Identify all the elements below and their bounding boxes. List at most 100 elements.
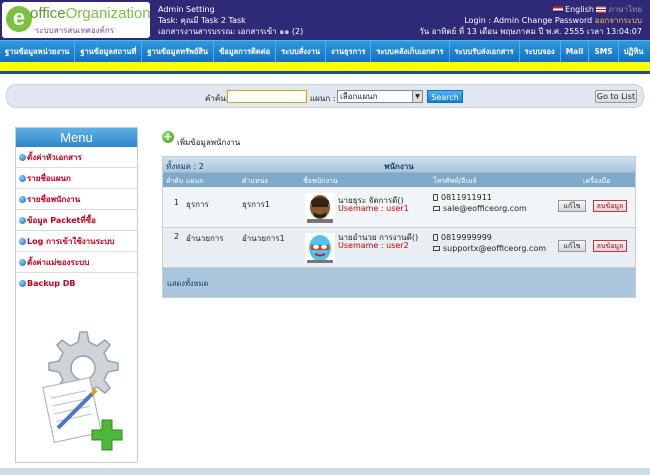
panel-header: ทั้งหมด : 2 พนักงาน xyxy=(163,157,635,173)
document-notice-label: เอกสารงานสารบรรณ: xyxy=(158,27,238,36)
sidebar-item-label: รายชื่อพนักงาน xyxy=(27,195,81,204)
panel-title: พนักงาน xyxy=(384,162,414,171)
nav-contact-data[interactable]: ข้อมูลการติดต่อ xyxy=(214,41,277,62)
flag-thai-icon[interactable] xyxy=(596,6,607,13)
nav-asset-data[interactable]: ฐานข้อมูลทรัพย์สิน xyxy=(142,41,215,62)
login-status: Login : Admin Change Password ออกจากระบบ xyxy=(419,15,642,26)
add-plus-icon[interactable]: + xyxy=(162,131,174,143)
sidebar-item-label: รายชื่อแผนก xyxy=(27,174,71,183)
nav-location-data[interactable]: ฐานข้อมูลสถานที่ xyxy=(75,41,143,62)
nav-booking[interactable]: ระบบจอง xyxy=(520,41,561,62)
sidebar-item-label: ข้อมูล Packetที่ซื้อ xyxy=(27,216,96,225)
edit-button[interactable]: แก้ไข xyxy=(558,200,586,212)
logo-word-organization: Organization xyxy=(65,5,151,22)
sidebar-menu: Menu ตั้งค่าหัวเอกสาร รายชื่อแผนก รายชื่… xyxy=(15,127,138,463)
header-bar: e officeOrganization ระบบสารสนเทศองค์กร … xyxy=(0,0,650,40)
bullet-icon xyxy=(19,259,26,266)
footer-bar xyxy=(0,468,650,475)
bullet-icon xyxy=(19,217,26,224)
logo-wordmark: officeOrganization xyxy=(30,5,151,22)
show-all-link[interactable]: แสดงทั้งหมด xyxy=(167,278,208,290)
sidebar-item-packet[interactable]: ข้อมูล Packetที่ซื้อ xyxy=(16,210,137,231)
col-employee-name: ชื่อพนักงาน xyxy=(303,177,338,185)
bullet-icon xyxy=(19,196,26,203)
search-bar: คำค้น: แผนก : เลือกแผนก ▼ Search Go to L… xyxy=(6,84,644,108)
sidebar-item-login-log[interactable]: Log การเข้าใช้งานระบบ xyxy=(16,231,137,252)
login-text[interactable]: Login : Admin Change Password xyxy=(464,16,594,25)
chevron-down-icon[interactable]: ▼ xyxy=(412,91,422,102)
nav-calendar[interactable]: ปฏิทิน xyxy=(619,41,649,62)
lang-thai-link[interactable]: ภาษาไทย xyxy=(608,5,642,14)
cell-position: อำนวยการ1 xyxy=(242,234,285,243)
sidebar-item-backup-db[interactable]: Backup DB xyxy=(16,273,137,294)
employee-panel: ทั้งหมด : 2 พนักงาน ลำดับ แผนก ตำแหน่ง ช… xyxy=(162,156,636,298)
department-select[interactable]: เลือกแผนก ▼ xyxy=(337,90,423,103)
bullet-icon xyxy=(19,280,26,287)
cell-username: Usemame : user2 xyxy=(338,241,409,250)
keyword-label: คำค้น: xyxy=(205,94,229,103)
main-nav: ฐานข้อมูลหน่วยงาน ฐานข้อมูลสถานที่ ฐานข้… xyxy=(0,40,650,62)
nav-task-system[interactable]: ระบบสั่งงาน xyxy=(276,41,326,62)
nav-admin-work[interactable]: งานธุรการ xyxy=(326,41,372,62)
table-header: ลำดับ แผนก ตำแหน่ง ชื่อพนักงาน โทรศัพท์/… xyxy=(163,173,635,187)
bullet-icon xyxy=(19,154,26,161)
cell-no: 1 xyxy=(174,198,180,207)
add-employee-link[interactable]: + เพิ่มข้อมูลพนักงาน xyxy=(162,130,240,147)
nav-sms[interactable]: SMS xyxy=(589,41,619,62)
sidebar-item-departments[interactable]: รายชื่อแผนก xyxy=(16,168,137,189)
cell-email-value: sale@eofficeorg.com xyxy=(443,204,527,213)
delete-button[interactable]: ลบข้อมูล xyxy=(593,200,627,212)
nav-document-transfer[interactable]: ระบบรับส่งเอกสาร xyxy=(450,41,520,62)
nav-mail[interactable]: Mail xyxy=(561,41,590,62)
show-all-bar: แสดงทั้งหมด xyxy=(163,268,635,297)
col-no: ลำดับ xyxy=(166,177,184,185)
table-row: 1 ธุรการ ธุรการ1 นายธุระ จัดการดี() Usem… xyxy=(163,188,635,228)
col-phone-email: โทรศัพท์/อีเมล์ xyxy=(433,177,477,185)
logo-subtitle: ระบบสารสนเทศองค์กร xyxy=(35,26,115,35)
cell-phone: 0811911911 xyxy=(433,193,492,202)
department-label: แผนก : xyxy=(310,94,336,103)
logout-link[interactable]: ออกจากระบบ xyxy=(595,16,642,25)
keyword-input[interactable] xyxy=(227,90,307,103)
nav-org-data[interactable]: ฐานข้อมูลหน่วยงาน xyxy=(0,41,76,62)
search-button[interactable]: Search xyxy=(427,90,463,103)
document-notice-value: เอกสารเข้า ๑๑ (2) xyxy=(237,27,304,36)
sidebar-item-system-settings[interactable]: ตั้งค่าแม่ของระบบ xyxy=(16,252,137,273)
col-position: ตำแหน่ง xyxy=(242,177,268,185)
menu-title: Menu xyxy=(16,128,137,147)
cell-email[interactable]: sale@eofficeorg.com xyxy=(433,204,527,213)
phone-icon xyxy=(433,194,438,201)
sidebar-item-document-header[interactable]: ตั้งค่าหัวเอกสาร xyxy=(16,147,137,168)
delete-button[interactable]: ลบข้อมูล xyxy=(593,240,627,252)
sidebar-item-label: Log การเข้าใช้งานระบบ xyxy=(27,237,115,246)
phone-icon xyxy=(433,234,438,241)
logo-e-icon: e xyxy=(6,6,32,32)
cell-phone: 0819999999 xyxy=(433,233,492,242)
notice-bar xyxy=(0,62,650,74)
header-user-area: English ภาษาไทย Login : Admin Change Pas… xyxy=(419,4,642,37)
cell-username: Usemame : user1 xyxy=(338,204,409,213)
nav-document-archive[interactable]: ระบบคลังเก็บเอกสาร xyxy=(371,41,450,62)
sidebar-item-label: Backup DB xyxy=(27,279,76,288)
sidebar-item-employees[interactable]: รายชื่อพนักงาน xyxy=(16,189,137,210)
mail-icon xyxy=(433,246,440,251)
table-row: 2 อำนวยการ อำนวยการ1 นายอำนวย การงานดี()… xyxy=(163,228,635,268)
current-date: วัน อาทิตย์ ที่ 13 เดือน พฤษภาคม ปี พ.ศ.… xyxy=(419,27,642,36)
department-select-value: เลือกแผนก xyxy=(340,92,378,101)
app-logo[interactable]: e officeOrganization ระบบสารสนเทศองค์กร xyxy=(2,2,151,38)
cell-position: ธุรการ1 xyxy=(242,200,270,209)
flag-uk-icon[interactable] xyxy=(553,6,564,13)
sidebar-item-label: ตั้งค่าแม่ของระบบ xyxy=(27,258,90,267)
language-switch: English ภาษาไทย xyxy=(419,4,642,15)
edit-button[interactable]: แก้ไข xyxy=(558,240,586,252)
avatar xyxy=(305,233,335,263)
cell-email[interactable]: supportx@eofficeorg.com xyxy=(433,244,546,253)
admin-setting-link[interactable]: Admin Setting xyxy=(158,4,303,15)
go-to-list-button[interactable]: Go to List xyxy=(595,90,637,103)
add-employee-label[interactable]: เพิ่มข้อมูลพนักงาน xyxy=(177,138,240,147)
bullet-icon xyxy=(19,238,26,245)
cell-phone-value: 0811911911 xyxy=(441,193,492,202)
lang-english-link[interactable]: English xyxy=(565,5,594,14)
document-notice[interactable]: เอกสารงานสารบรรณ: เอกสารเข้า ๑๑ (2) xyxy=(158,26,303,37)
task-link[interactable]: Task: คุณมี Task 2 Task xyxy=(158,15,303,26)
